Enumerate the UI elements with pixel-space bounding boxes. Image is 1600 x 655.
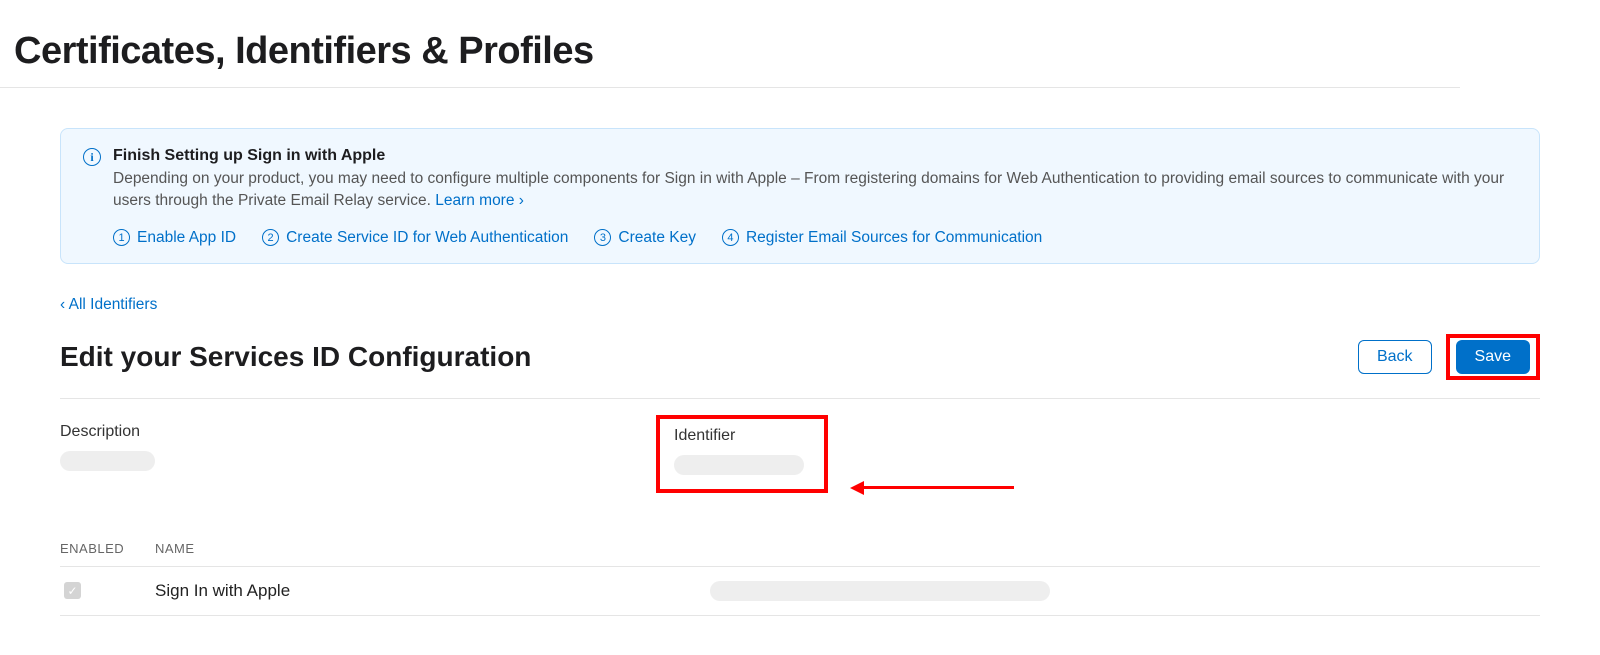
capability-name: Sign In with Apple [155, 581, 290, 601]
col-enabled-header: ENABLED [60, 541, 155, 556]
breadcrumb: ‹ All Identifiers [60, 296, 1540, 314]
info-panel: i Finish Setting up Sign in with Apple D… [60, 128, 1540, 264]
step-number-icon: 2 [262, 229, 279, 246]
capability-detail-redacted [710, 581, 1050, 601]
identifier-value-redacted [674, 455, 804, 475]
step-register-email-sources[interactable]: 4 Register Email Sources for Communicati… [722, 229, 1042, 247]
all-identifiers-link[interactable]: ‹ All Identifiers [60, 296, 157, 313]
step-label: Register Email Sources for Communication [746, 229, 1042, 247]
step-number-icon: 3 [594, 229, 611, 246]
col-name-header: NAME [155, 541, 1540, 556]
info-icon: i [83, 148, 101, 166]
step-label: Enable App ID [137, 229, 236, 247]
setup-steps: 1 Enable App ID 2 Create Service ID for … [113, 229, 1517, 247]
step-number-icon: 4 [722, 229, 739, 246]
back-button[interactable]: Back [1358, 340, 1432, 374]
info-description: Depending on your product, you may need … [113, 168, 1517, 213]
step-enable-app-id[interactable]: 1 Enable App ID [113, 229, 236, 247]
info-desc-text: Depending on your product, you may need … [113, 170, 1504, 209]
step-create-key[interactable]: 3 Create Key [594, 229, 696, 247]
arrow-annotation-icon [850, 481, 1014, 495]
description-value-redacted [60, 451, 155, 471]
learn-more-link[interactable]: Learn more › [435, 192, 524, 209]
section-title: Edit your Services ID Configuration [60, 341, 531, 373]
table-row: ✓ Sign In with Apple [60, 567, 1540, 616]
enabled-checkbox[interactable]: ✓ [64, 582, 81, 599]
description-label: Description [60, 423, 670, 441]
step-label: Create Key [618, 229, 696, 247]
step-number-icon: 1 [113, 229, 130, 246]
save-highlight-annotation: Save [1446, 334, 1540, 380]
page-title: Certificates, Identifiers & Profiles [0, 0, 1460, 88]
identifier-label: Identifier [674, 427, 810, 445]
info-title: Finish Setting up Sign in with Apple [113, 147, 1517, 165]
identifier-highlight-annotation: Identifier [656, 415, 828, 493]
save-button[interactable]: Save [1456, 340, 1530, 374]
step-label: Create Service ID for Web Authentication [286, 229, 568, 247]
capabilities-table-header: ENABLED NAME [60, 541, 1540, 567]
step-create-service-id[interactable]: 2 Create Service ID for Web Authenticati… [262, 229, 568, 247]
